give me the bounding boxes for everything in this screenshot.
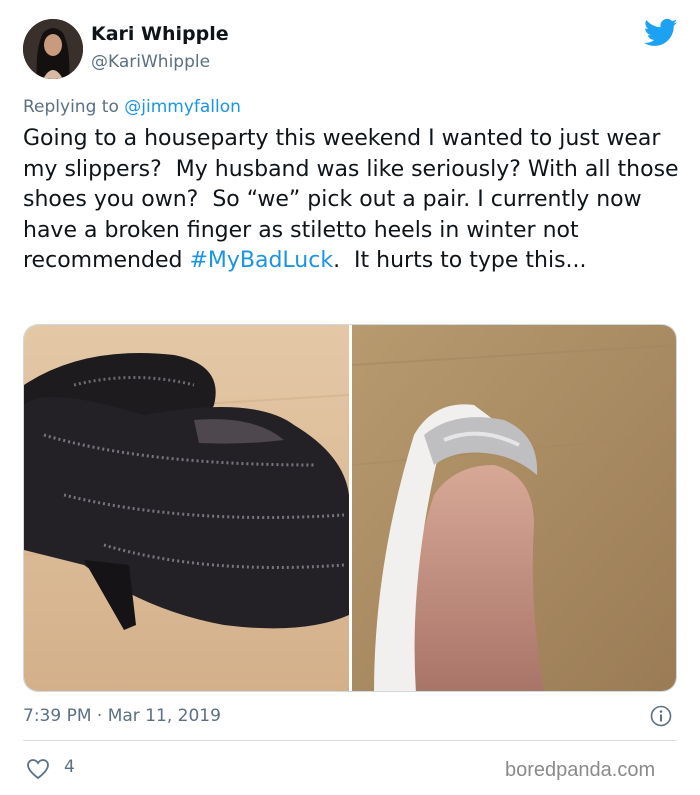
tweet-timestamp[interactable]: 7:39 PM · Mar 11, 2019 — [23, 706, 221, 726]
heart-icon[interactable] — [26, 758, 50, 780]
user-handle[interactable]: @KariWhipple — [91, 52, 210, 72]
twitter-bird-icon[interactable] — [644, 18, 678, 48]
tweet-text-end: . It hurts to type this... — [333, 248, 587, 274]
tweet-media — [23, 324, 677, 692]
watermark: boredpanda.com — [505, 759, 656, 781]
avatar[interactable] — [23, 19, 83, 79]
replying-to: Replying to @jimmyfallon — [23, 97, 241, 117]
reply-mention-link[interactable]: @jimmyfallon — [124, 97, 241, 117]
tweet-text: Going to a houseparty this weekend I wan… — [23, 124, 683, 277]
like-count: 4 — [64, 757, 75, 777]
finger-photo[interactable] — [351, 325, 677, 692]
tweet-card: Kari Whipple @KariWhipple Replying to @j… — [0, 0, 700, 795]
shoe-photo[interactable] — [24, 325, 350, 692]
display-name[interactable]: Kari Whipple — [91, 23, 229, 45]
divider — [23, 740, 677, 741]
hashtag-link[interactable]: #MyBadLuck — [189, 248, 333, 273]
replying-prefix: Replying to — [23, 97, 125, 117]
info-icon[interactable] — [650, 705, 672, 727]
